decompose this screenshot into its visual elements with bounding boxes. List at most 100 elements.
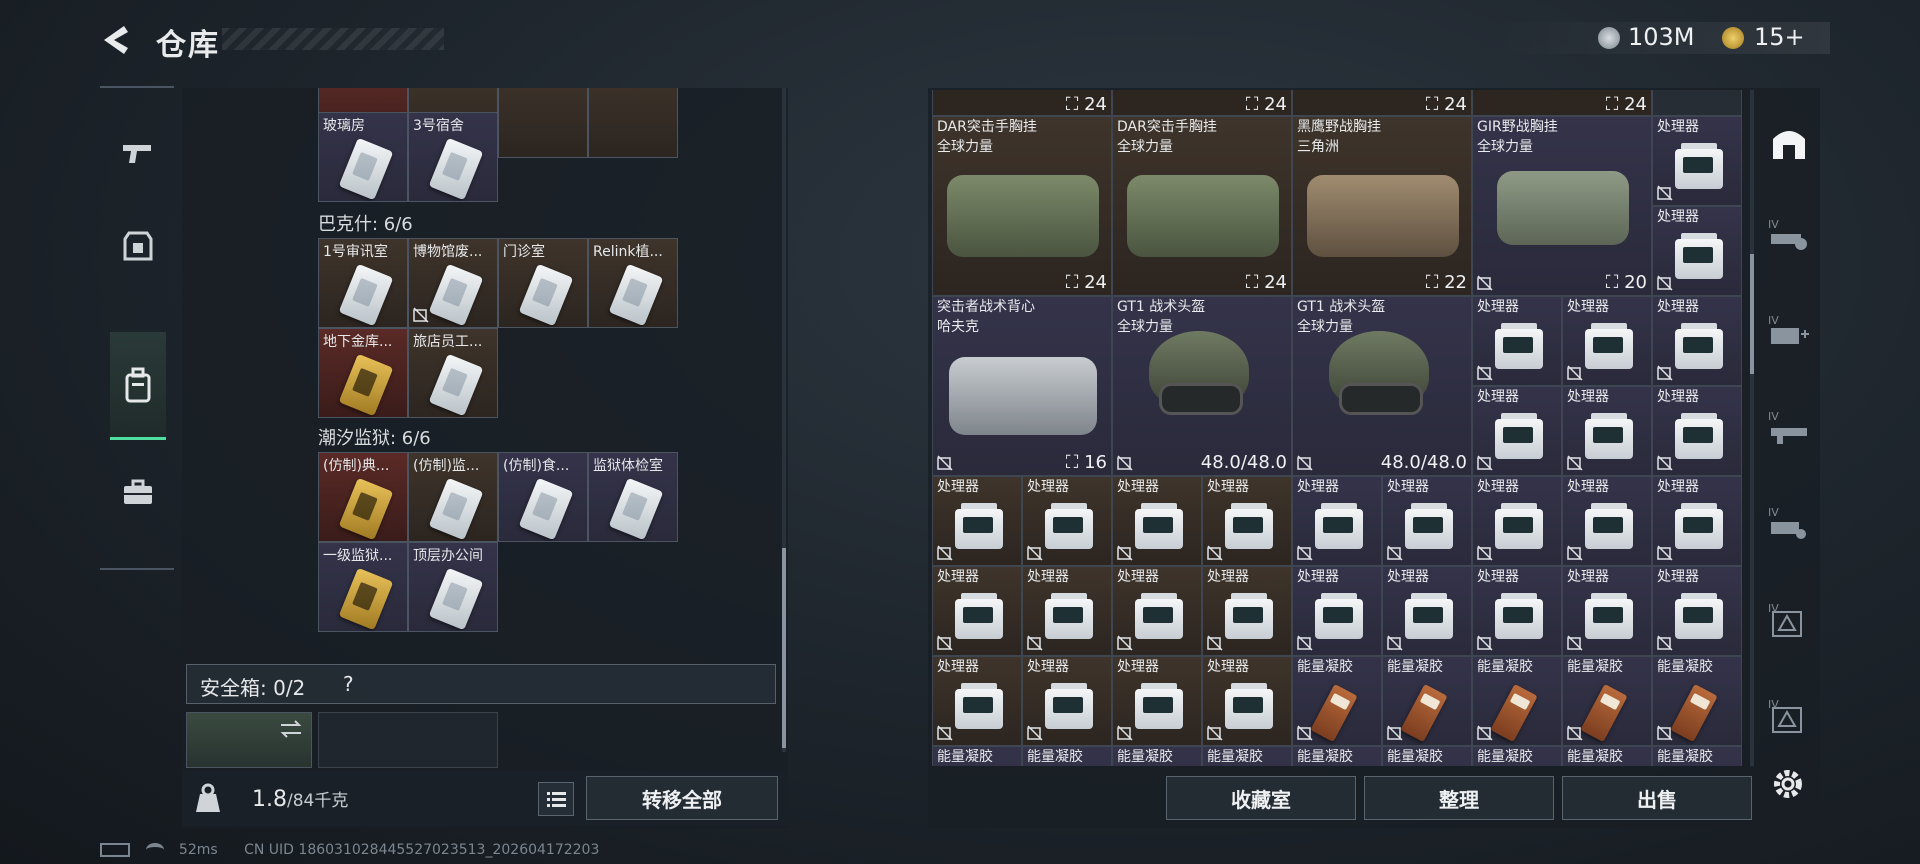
item-processor[interactable]: 处理器 xyxy=(1562,386,1652,476)
key-slot[interactable]: 1号审讯室 xyxy=(318,238,408,328)
item-processor[interactable]: 处理器 xyxy=(1652,476,1742,566)
item-processor[interactable]: 处理器 xyxy=(1562,296,1652,386)
storage-tab-6[interactable]: IV xyxy=(1766,696,1812,742)
item-processor[interactable]: 处理器 xyxy=(1292,476,1382,566)
item-energy-gel[interactable]: 能量凝胶 xyxy=(1382,656,1472,746)
right-scroll-thumb[interactable] xyxy=(1750,254,1754,374)
item-slot[interactable]: ⛶ 24 xyxy=(932,90,1112,116)
sort-button[interactable]: 整理 xyxy=(1364,776,1554,820)
item-slot[interactable]: ⛶ 24 xyxy=(1292,90,1472,116)
item-processor[interactable]: 处理器 xyxy=(1562,566,1652,656)
key-slot[interactable] xyxy=(498,88,588,158)
tab-armor[interactable] xyxy=(110,218,166,274)
storage-all-button[interactable] xyxy=(1766,120,1812,166)
key-slot[interactable]: 旅店员工... xyxy=(408,328,498,418)
item-processor[interactable]: 处理器 xyxy=(1382,566,1472,656)
transfer-all-button[interactable]: 转移全部 xyxy=(586,776,778,820)
key-slot[interactable]: (仿制)典... xyxy=(318,452,408,542)
item-processor[interactable]: 处理器 xyxy=(1292,566,1382,656)
list-view-button[interactable] xyxy=(538,782,574,816)
item-processor[interactable]: 处理器 xyxy=(1472,296,1562,386)
item-processor[interactable]: 处理器 xyxy=(1202,566,1292,656)
item-processor[interactable]: 处理器 xyxy=(1652,206,1742,296)
item-energy-gel[interactable]: 能量凝胶 xyxy=(1202,746,1292,766)
item-processor[interactable]: 处理器 xyxy=(1112,566,1202,656)
item-processor[interactable]: 处理器 xyxy=(1652,116,1742,206)
item-energy-gel[interactable]: 能量凝胶 xyxy=(1562,746,1652,766)
item-tactical-vest[interactable]: 突击者战术背心 哈夫克 ⛶ 16 xyxy=(932,296,1112,476)
tab-bags[interactable] xyxy=(110,332,166,440)
storage-tab-3[interactable]: IV xyxy=(1766,408,1812,454)
item-slot[interactable]: ⛶ 24 xyxy=(1472,90,1652,116)
safebox-help-button[interactable]: ? xyxy=(343,672,354,696)
item-energy-gel[interactable]: 能量凝胶 xyxy=(1562,656,1652,746)
item-slot[interactable]: ⛶ 24 xyxy=(1112,90,1292,116)
back-button[interactable] xyxy=(98,20,138,60)
item-processor[interactable]: 处理器 xyxy=(932,476,1022,566)
item-processor[interactable]: 处理器 xyxy=(1022,476,1112,566)
item-processor[interactable]: 处理器 xyxy=(1022,656,1112,746)
item-processor[interactable]: 处理器 xyxy=(932,566,1022,656)
key-list[interactable]: 玻璃房 3号宿舍 巴克什: 6/6 1号审讯室 博物馆废... 门诊室 Reli… xyxy=(182,88,788,756)
item-processor[interactable]: 处理器 xyxy=(932,656,1022,746)
item-processor[interactable]: 处理器 xyxy=(1472,566,1562,656)
item-processor[interactable]: 处理器 xyxy=(1022,566,1112,656)
item-processor[interactable]: 处理器 xyxy=(1472,476,1562,566)
key-slot[interactable]: 一级监狱... xyxy=(318,542,408,632)
warehouse-grid[interactable]: ⛶ 24 ⛶ 24 ⛶ 24 ⛶ 24 DAR突击手胸挂 全球力量 ⛶ 24 D… xyxy=(932,90,1742,766)
tab-tools[interactable] xyxy=(110,464,166,520)
item-processor[interactable]: 处理器 xyxy=(1652,566,1742,656)
item-processor[interactable]: 处理器 xyxy=(1382,476,1472,566)
item-processor[interactable]: 处理器 xyxy=(1652,296,1742,386)
key-slot[interactable] xyxy=(588,88,678,158)
item-helmet[interactable]: GT1 战术头盔 全球力量 48.0/48.0 xyxy=(1112,296,1292,476)
key-slot[interactable]: (仿制)监... xyxy=(408,452,498,542)
item-energy-gel[interactable]: 能量凝胶 xyxy=(1022,746,1112,766)
item-processor[interactable]: 处理器 xyxy=(1202,476,1292,566)
storage-tab-1[interactable]: IV xyxy=(1766,216,1812,262)
key-slot[interactable]: Relink植... xyxy=(588,238,678,328)
tab-weapons[interactable] xyxy=(110,126,166,182)
item-energy-gel[interactable]: 能量凝胶 xyxy=(1292,656,1382,746)
item-chest-rig[interactable]: 黑鹰野战胸挂 三角洲 ⛶ 22 xyxy=(1292,116,1472,296)
processor-icon xyxy=(1671,591,1727,641)
item-processor[interactable]: 处理器 xyxy=(1112,476,1202,566)
key-slot[interactable]: 3号宿舍 xyxy=(408,112,498,202)
item-chest-rig[interactable]: DAR突击手胸挂 全球力量 ⛶ 24 xyxy=(932,116,1112,296)
key-slot[interactable]: 博物馆废... xyxy=(408,238,498,328)
safebox-slot[interactable] xyxy=(186,712,312,768)
item-energy-gel[interactable]: 能量凝胶 xyxy=(1292,746,1382,766)
item-processor[interactable]: 处理器 xyxy=(1472,386,1562,476)
item-chest-rig[interactable]: DAR突击手胸挂 全球力量 ⛶ 24 xyxy=(1112,116,1292,296)
left-scroll-thumb[interactable] xyxy=(782,548,786,748)
safebox-slot[interactable] xyxy=(318,712,498,768)
storage-tab-5[interactable]: IV xyxy=(1766,600,1812,646)
right-scrollbar[interactable] xyxy=(1750,90,1754,766)
settings-button[interactable] xyxy=(1768,764,1808,804)
item-processor[interactable]: 处理器 xyxy=(1652,386,1742,476)
item-helmet[interactable]: GT1 战术头盔 全球力量 48.0/48.0 xyxy=(1292,296,1472,476)
key-slot[interactable]: 地下金库... xyxy=(318,328,408,418)
key-slot[interactable]: 玻璃房 xyxy=(318,112,408,202)
item-energy-gel[interactable]: 能量凝胶 xyxy=(1652,656,1742,746)
item-chest-rig[interactable]: GIR野战胸挂 全球力量 ⛶ 20 xyxy=(1472,116,1652,296)
key-slot[interactable]: 顶层办公间 xyxy=(408,542,498,632)
key-slot[interactable]: 监狱体检室 xyxy=(588,452,678,542)
item-processor[interactable]: 处理器 xyxy=(1562,476,1652,566)
key-slot[interactable]: (仿制)食... xyxy=(498,452,588,542)
item-slot[interactable] xyxy=(1652,90,1742,116)
item-energy-gel[interactable]: 能量凝胶 xyxy=(1382,746,1472,766)
sell-button[interactable]: 出售 xyxy=(1562,776,1752,820)
storage-tab-4[interactable]: IV xyxy=(1766,504,1812,550)
item-name: 处理器 xyxy=(937,569,979,585)
item-energy-gel[interactable]: 能量凝胶 xyxy=(1652,746,1742,766)
item-processor[interactable]: 处理器 xyxy=(1112,656,1202,746)
item-processor[interactable]: 处理器 xyxy=(1202,656,1292,746)
item-energy-gel[interactable]: 能量凝胶 xyxy=(932,746,1022,766)
storage-tab-2[interactable]: IV xyxy=(1766,312,1812,358)
item-energy-gel[interactable]: 能量凝胶 xyxy=(1472,746,1562,766)
collection-button[interactable]: 收藏室 xyxy=(1166,776,1356,820)
item-energy-gel[interactable]: 能量凝胶 xyxy=(1472,656,1562,746)
key-slot[interactable]: 门诊室 xyxy=(498,238,588,328)
item-energy-gel[interactable]: 能量凝胶 xyxy=(1112,746,1202,766)
